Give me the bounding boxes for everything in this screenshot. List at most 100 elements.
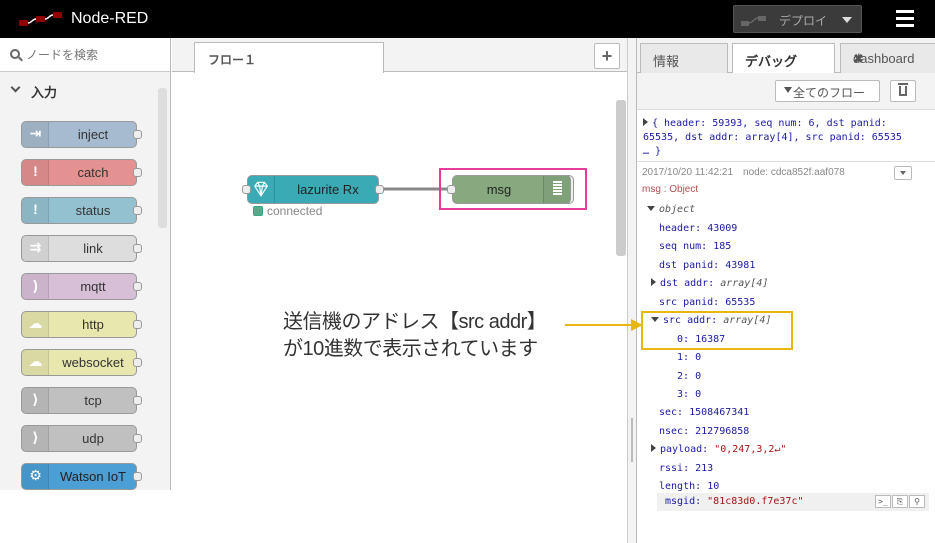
sidebar-splitter[interactable] <box>627 38 636 543</box>
palette-node-tcp[interactable]: ⟩ tcp <box>21 387 142 414</box>
palette-node-label: tcp <box>84 393 102 408</box>
deploy-icon <box>741 16 766 26</box>
tree-row-index-2: 2: 0 <box>677 371 702 382</box>
tree-row-dst-addr[interactable]: dst addr: array[4] <box>651 278 768 289</box>
tree-row-rssi: rssi: 213 <box>659 463 714 474</box>
sidebar: 情報 デバッグ dashboard ✖ 全てのフロー { header: 593… <box>636 38 935 543</box>
timestamp: 2017/10/20 11:42:21 <box>642 167 734 178</box>
msgid-content: msgid: "81c83d0.f7e37c" <box>665 496 804 507</box>
debug-toolbar: 全てのフロー <box>637 73 935 110</box>
message-type: msg : Object <box>642 184 699 195</box>
clear-log-button[interactable] <box>890 80 916 102</box>
tab-label: デバッグ <box>745 54 798 69</box>
tree-row-src-panid: src panid: 65535 <box>659 297 756 308</box>
tree-row-msgid[interactable]: msgid: "81c83d0.f7e37c" >_ ⎘ ⚲ <box>657 493 929 511</box>
message-options-button[interactable] <box>894 166 912 180</box>
caret-down-icon[interactable] <box>647 206 655 211</box>
watson-iot-icon: ⚙ <box>22 464 49 489</box>
palette-node-inject[interactable]: ⇥ inject <box>21 121 142 148</box>
filter-flows-button[interactable]: 全てのフロー <box>775 80 880 102</box>
palette-node-watson-iot[interactable]: ⚙ Watson IoT <box>21 463 142 490</box>
output-port <box>133 434 142 443</box>
arrow-icon <box>565 319 643 331</box>
status-indicator <box>253 206 263 216</box>
workspace-scrollbar[interactable] <box>616 100 626 256</box>
annotation-text: 送信機のアドレス【src addr】 が10進数で表示されています <box>283 309 573 363</box>
palette-scrollbar[interactable] <box>158 88 167 228</box>
tree-row-length: length: 10 <box>659 481 720 492</box>
copy-path-icon[interactable]: >_ <box>875 495 891 508</box>
tab-label: フロー１ <box>208 53 257 67</box>
output-port <box>133 168 142 177</box>
copy-value-icon[interactable]: ⎘ <box>892 495 908 508</box>
palette-node-label: catch <box>77 165 109 180</box>
tab-info[interactable]: 情報 <box>640 43 728 73</box>
deploy-label: デプロイ <box>779 14 828 28</box>
output-port <box>133 396 142 405</box>
output-port <box>133 358 142 367</box>
palette-node-mqtt[interactable]: ) mqtt <box>21 273 142 300</box>
udp-icon: ⟩ <box>22 426 49 451</box>
chevron-down-icon[interactable] <box>842 17 852 23</box>
pin-icon[interactable]: ⚲ <box>909 495 925 508</box>
palette-node-websocket[interactable]: ☁ websocket <box>21 349 142 376</box>
tree-row-payload[interactable]: payload: "0,247,3,2↵" <box>651 444 786 455</box>
tab-flow-1[interactable]: フロー１ <box>194 42 384 73</box>
palette-node-label: mqtt <box>80 279 106 294</box>
palette-node-label: status <box>75 203 111 218</box>
divider <box>637 161 935 162</box>
chevron-down-icon <box>10 82 21 93</box>
search-input[interactable] <box>26 46 156 64</box>
tree-row-object[interactable]: object <box>647 204 695 215</box>
filter-label: 全てのフロー <box>793 86 866 100</box>
link-icon: ⇉ <box>22 236 49 261</box>
output-port <box>133 472 142 481</box>
caret-right-icon[interactable] <box>643 118 648 126</box>
output-port[interactable] <box>375 185 384 194</box>
palette-node-udp[interactable]: ⟩ udp <box>21 425 142 452</box>
category-header-input[interactable]: 入力 <box>0 72 158 106</box>
annotation-line-1: 送信機のアドレス【src addr】 <box>283 311 547 333</box>
close-icon[interactable]: ✖ <box>853 51 930 67</box>
prev-message-line: … } <box>643 146 662 157</box>
http-icon: ☁ <box>22 312 49 337</box>
palette-node-http[interactable]: ☁ http <box>21 311 142 338</box>
palette-node-label: inject <box>77 127 109 142</box>
palette-node-catch[interactable]: ! catch <box>21 159 142 186</box>
tree-row-sec: sec: 1508467341 <box>659 407 750 418</box>
tcp-icon: ⟩ <box>22 388 49 413</box>
node-ref-link[interactable]: node: cdca852f.aaf078 <box>743 167 845 178</box>
output-port <box>133 320 142 329</box>
tab-debug[interactable]: デバッグ <box>732 43 835 74</box>
search-icon <box>10 49 20 59</box>
node-label: lazurite Rx <box>297 182 359 197</box>
hamburger-menu-icon[interactable] <box>896 10 918 28</box>
websocket-icon: ☁ <box>22 350 49 375</box>
flow-workspace[interactable]: フロー１ + lazurite Rx connected msg 送信機のアドレ… <box>172 38 627 490</box>
trash-icon <box>898 83 908 96</box>
row-tools: >_ ⎘ ⚲ <box>874 495 925 508</box>
output-port <box>133 206 142 215</box>
deploy-button[interactable]: デプロイ <box>733 5 862 33</box>
lazurite-rx-node[interactable]: lazurite Rx <box>242 175 384 204</box>
tree-row-index-3: 3: 0 <box>677 389 702 400</box>
tree-row-nsec: nsec: 212796858 <box>659 426 750 437</box>
previous-message[interactable]: { header: 59393, seq num: 6, dst panid: … <box>643 117 928 159</box>
highlight-box-pink <box>439 168 587 210</box>
palette-node-status[interactable]: ! status <box>21 197 142 224</box>
splitter-grip[interactable] <box>631 418 633 462</box>
output-port <box>133 282 142 291</box>
tree-row-dst-panid: dst panid: 43981 <box>659 260 756 271</box>
mqtt-icon: ) <box>22 274 49 299</box>
node-palette: 入力 ⇥ inject! catch! status ⇉ link) mqtt ☁ http ☁ w… <box>0 38 171 490</box>
message-meta: 2017/10/20 11:42:21 node: cdca852f.aaf078 <box>642 167 845 178</box>
caret-right-icon[interactable] <box>651 278 656 286</box>
tab-dashboard[interactable]: dashboard ✖ <box>840 43 935 73</box>
header-bar: Node-RED デプロイ <box>0 0 935 38</box>
tab-label: 情報 <box>653 54 680 69</box>
palette-node-link[interactable]: ⇉ link <box>21 235 142 262</box>
add-flow-tab-button[interactable]: + <box>594 43 620 69</box>
caret-right-icon[interactable] <box>651 444 656 452</box>
category-label: 入力 <box>31 85 58 100</box>
palette-node-label: websocket <box>62 355 124 370</box>
